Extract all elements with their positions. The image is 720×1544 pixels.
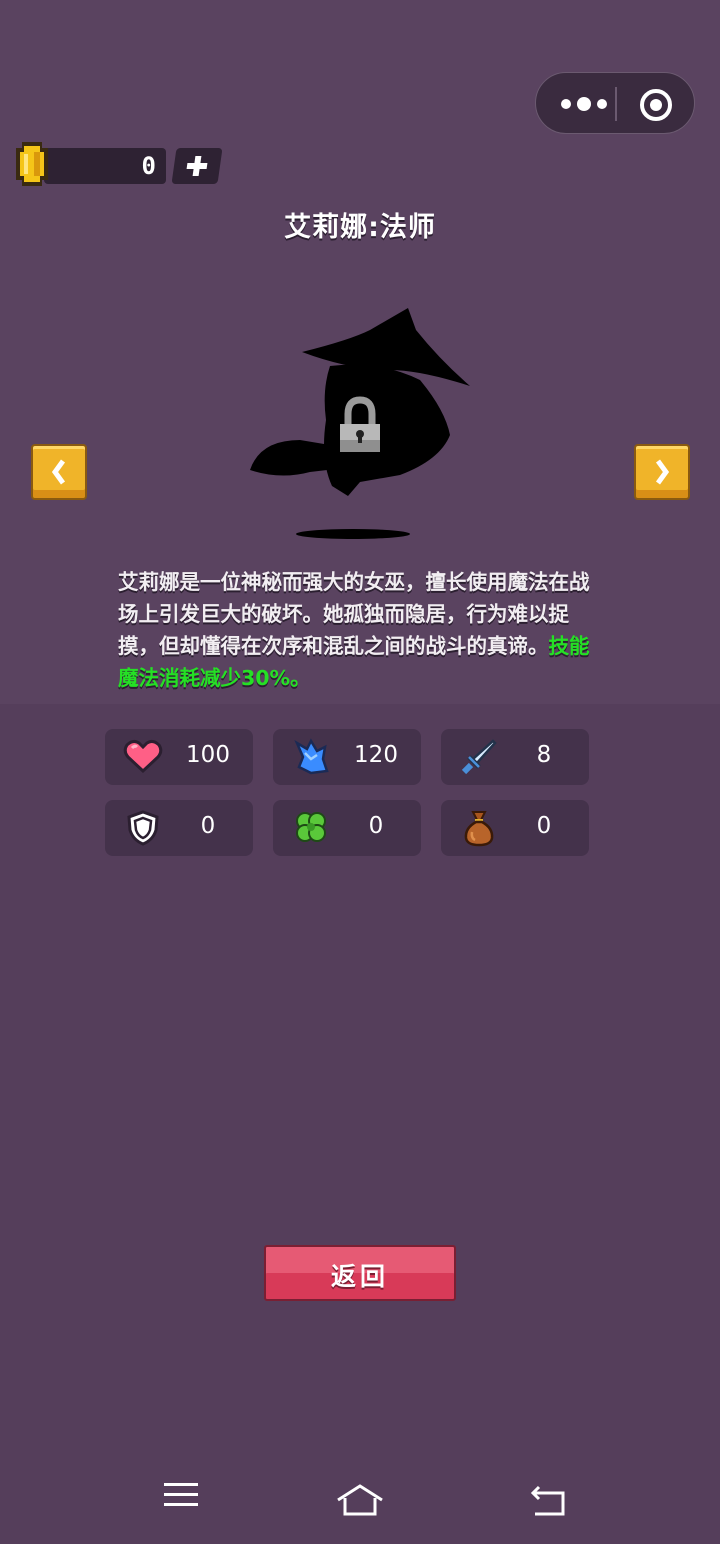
more-options-icon[interactable] — [554, 91, 614, 117]
clover-icon — [296, 812, 326, 842]
gold-coin-icon — [16, 142, 48, 186]
add-coins-button[interactable] — [171, 148, 223, 184]
chevron-right-icon — [655, 459, 670, 485]
character-shadow — [296, 529, 410, 539]
stat-attack-value: 8 — [536, 742, 552, 768]
previous-character-button[interactable] — [31, 444, 87, 500]
stat-gold-value: 0 — [536, 813, 552, 839]
back-button-label: 返回 — [330, 1262, 389, 1291]
money-bag-icon — [464, 811, 494, 847]
plus-icon — [186, 156, 208, 176]
menu-icon[interactable] — [163, 1480, 199, 1510]
stat-health-value: 100 — [186, 742, 230, 768]
back-button[interactable]: 返回 — [264, 1245, 456, 1301]
mana-crystal-icon — [294, 738, 329, 775]
stat-attack: 8 — [441, 729, 589, 785]
next-character-button[interactable] — [634, 444, 690, 500]
character-title: 艾莉娜:法师 — [284, 212, 436, 243]
stat-mana-value: 120 — [354, 742, 398, 768]
description-text: 艾莉娜是一位神秘而强大的女巫，擅长使用魔法在战场上引发巨大的破坏。她孤独而隐居，… — [118, 570, 590, 658]
stat-health: 100 — [105, 729, 253, 785]
stat-defense-value: 0 — [200, 813, 216, 839]
miniprogram-capsule — [535, 72, 695, 134]
character-description: 艾莉娜是一位神秘而强大的女巫，擅长使用魔法在战场上引发巨大的破坏。她孤独而隐居，… — [118, 566, 608, 694]
coin-value: 0 — [141, 152, 156, 180]
heart-icon — [123, 739, 163, 774]
stat-luck-value: 0 — [368, 813, 384, 839]
locked-character-silhouette — [250, 308, 470, 539]
capsule-divider — [615, 87, 617, 121]
shield-icon — [127, 810, 159, 846]
chevron-left-icon — [51, 459, 66, 485]
stat-mana: 120 — [273, 729, 421, 785]
coin-counter: 0 — [44, 148, 166, 184]
stat-defense: 0 — [105, 800, 253, 856]
back-nav-icon[interactable] — [529, 1484, 569, 1518]
sword-icon — [461, 739, 497, 775]
home-icon[interactable] — [335, 1483, 385, 1517]
stat-gold: 0 — [441, 800, 589, 856]
stat-luck: 0 — [273, 800, 421, 856]
close-miniprogram-icon[interactable] — [638, 87, 674, 123]
